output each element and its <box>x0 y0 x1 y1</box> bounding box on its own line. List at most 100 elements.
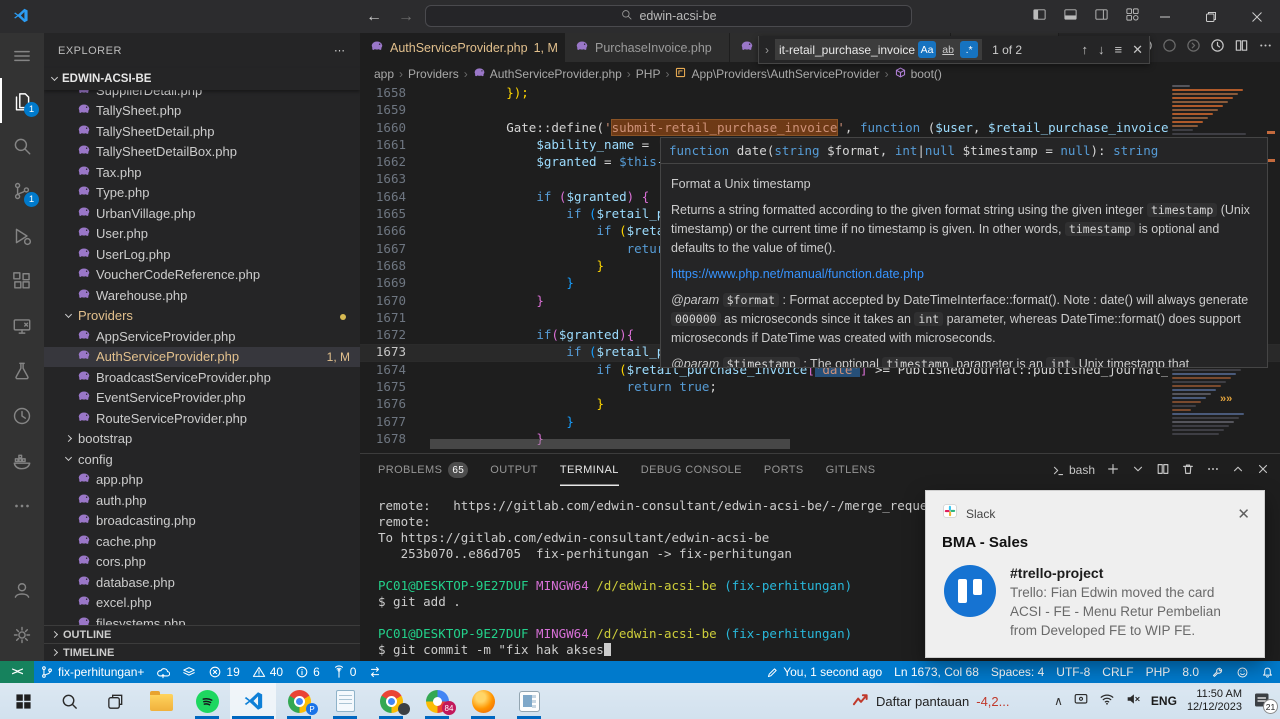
status-smiley[interactable] <box>1230 661 1255 683</box>
activity-ellipsis[interactable] <box>0 483 44 528</box>
tree-file[interactable]: auth.php <box>44 490 360 511</box>
activity-menu[interactable] <box>0 33 44 78</box>
tree-file[interactable]: TallySheetDetail.php <box>44 121 360 142</box>
toggle-panel-icon[interactable] <box>1063 7 1078 27</box>
code-line[interactable]: 1658 }); <box>360 85 1280 102</box>
editor-action-nav-circle[interactable] <box>1162 38 1177 58</box>
wifi-icon[interactable] <box>1099 691 1115 712</box>
tree-file[interactable]: RouteServiceProvider.php <box>44 408 360 429</box>
regex-toggle[interactable]: .* <box>960 41 978 58</box>
status-you-1-second-ago[interactable]: You, 1 second ago <box>760 661 888 683</box>
activity-debug[interactable] <box>0 213 44 258</box>
panel-tab-gitlens[interactable]: GITLENS <box>826 454 876 486</box>
taskbar-start[interactable] <box>0 683 46 719</box>
taskbar-chrome-profile-2[interactable] <box>368 683 414 719</box>
tree-file[interactable]: TallySheet.php <box>44 101 360 122</box>
find-input[interactable]: it-retail_purchase_invoice Aa ab .* <box>775 39 982 60</box>
timeline-section[interactable]: TIMELINE <box>44 643 360 661</box>
status-warning[interactable]: 40 <box>246 661 289 683</box>
taskbar-google-badge-84[interactable]: 84 <box>414 683 460 719</box>
status-layers[interactable] <box>176 661 202 683</box>
tree-file[interactable]: Type.php <box>44 183 360 204</box>
activity-scm[interactable]: 1 <box>0 168 44 213</box>
activity-search[interactable] <box>0 123 44 168</box>
notification-close-icon[interactable]: ✕ <box>1237 505 1250 523</box>
meet-now-icon[interactable] <box>1073 691 1089 712</box>
panel-action-close[interactable] <box>1256 462 1270 479</box>
notification-center-icon[interactable]: 21 <box>1252 690 1274 712</box>
find-next-icon[interactable]: ↓ <box>1098 42 1105 57</box>
activity-docker[interactable] <box>0 438 44 483</box>
tree-file[interactable]: User.php <box>44 224 360 245</box>
breadcrumb-item[interactable]: App\Providers\AuthServiceProvider <box>674 66 879 82</box>
status-8-0[interactable]: 8.0 <box>1176 661 1205 683</box>
restore-button[interactable] <box>1188 0 1234 33</box>
editor-action-nav-fwd[interactable] <box>1186 38 1201 58</box>
minimize-button[interactable] <box>1142 0 1188 33</box>
breadcrumb-item[interactable]: Providers <box>408 67 459 81</box>
panel-action-plus[interactable] <box>1106 462 1120 479</box>
tree-file[interactable]: UrbanVillage.php <box>44 203 360 224</box>
code-line[interactable]: 1677 } <box>360 414 1280 431</box>
status-bell[interactable] <box>1255 661 1280 683</box>
panel-action-chev-up[interactable] <box>1231 462 1245 479</box>
taskbar-spotify[interactable] <box>184 683 230 719</box>
toggle-replace-icon[interactable]: › <box>765 43 769 57</box>
activity-gear[interactable] <box>0 612 44 657</box>
panel-tab-output[interactable]: OUTPUT <box>490 454 538 486</box>
editor-action-split[interactable] <box>1234 38 1249 58</box>
tree-file[interactable]: cors.php <box>44 552 360 573</box>
tree-file[interactable]: AuthServiceProvider.php1, M <box>44 347 360 368</box>
terminal-output[interactable]: remote: https://gitlab.com/edwin-consult… <box>378 498 980 658</box>
tree-file[interactable]: SupplierDetail.php <box>44 90 360 101</box>
tree-file[interactable]: excel.php <box>44 593 360 614</box>
tree-file[interactable]: filesystems.php <box>44 613 360 625</box>
taskbar-vscode[interactable] <box>230 683 276 719</box>
breadcrumb-item[interactable]: AuthServiceProvider.php <box>473 66 622 82</box>
panel-tab-terminal[interactable]: TERMINAL <box>560 454 619 486</box>
status-php[interactable]: PHP <box>1140 661 1177 683</box>
outline-section[interactable]: OUTLINE <box>44 625 360 643</box>
volume-muted-icon[interactable] <box>1125 691 1141 712</box>
tab-purchaseinvoice-php[interactable]: PurchaseInvoice.php <box>565 33 730 62</box>
close-button[interactable] <box>1234 0 1280 33</box>
tree-file[interactable]: AppServiceProvider.php <box>44 326 360 347</box>
taskbar-photos[interactable] <box>506 683 552 719</box>
breadcrumb[interactable]: app›Providers›AuthServiceProvider.php›PH… <box>360 62 1280 85</box>
activity-account[interactable] <box>0 567 44 612</box>
editor-action-history[interactable] <box>1210 38 1225 58</box>
code-line[interactable]: 1660 Gate::define('submit-retail_purchas… <box>360 120 1280 137</box>
nav-forward-icon[interactable]: → <box>398 8 414 26</box>
breadcrumb-item[interactable]: app <box>374 67 394 81</box>
activity-extensions[interactable] <box>0 258 44 303</box>
panel-action-trash[interactable] <box>1181 462 1195 479</box>
tree-file[interactable]: Tax.php <box>44 162 360 183</box>
tree-folder[interactable]: config <box>44 449 360 470</box>
taskbar-notepad[interactable] <box>322 683 368 719</box>
taskbar-file-explorer[interactable] <box>138 683 184 719</box>
toggle-sidebar-icon[interactable] <box>1032 7 1047 27</box>
slack-notification[interactable]: Slack ✕ BMA - Sales #trello-project Trel… <box>925 490 1265 658</box>
explorer-more-icon[interactable]: ⋯ <box>334 44 346 57</box>
tree-folder[interactable]: bootstrap <box>44 429 360 450</box>
activity-remote[interactable] <box>0 303 44 348</box>
activity-files[interactable]: 1 <box>0 78 44 123</box>
editor-action-more[interactable] <box>1258 38 1273 58</box>
tray-expand-icon[interactable]: ∧ <box>1054 694 1063 708</box>
tree-file[interactable]: database.php <box>44 572 360 593</box>
close-find-icon[interactable]: ✕ <box>1132 42 1143 58</box>
tree-file[interactable]: app.php <box>44 470 360 491</box>
tree-file[interactable]: Warehouse.php <box>44 285 360 306</box>
horizontal-scrollbar[interactable] <box>430 439 790 449</box>
taskbar-firefox[interactable] <box>460 683 506 719</box>
panel-tab-ports[interactable]: PORTS <box>764 454 804 486</box>
whole-word-toggle[interactable]: ab <box>939 41 957 58</box>
status-branch[interactable]: fix-perhitungan+ <box>34 661 150 683</box>
find-in-selection-icon[interactable]: ≡ <box>1115 42 1123 57</box>
tree-file[interactable]: VoucherCodeReference.php <box>44 265 360 286</box>
status-crlf[interactable]: CRLF <box>1096 661 1139 683</box>
tree-file[interactable]: broadcasting.php <box>44 511 360 532</box>
tree-root-folder[interactable]: EDWIN-ACSI-BE <box>44 68 360 90</box>
status-tower[interactable]: 0 <box>326 661 363 683</box>
language-indicator[interactable]: ENG <box>1151 694 1177 708</box>
